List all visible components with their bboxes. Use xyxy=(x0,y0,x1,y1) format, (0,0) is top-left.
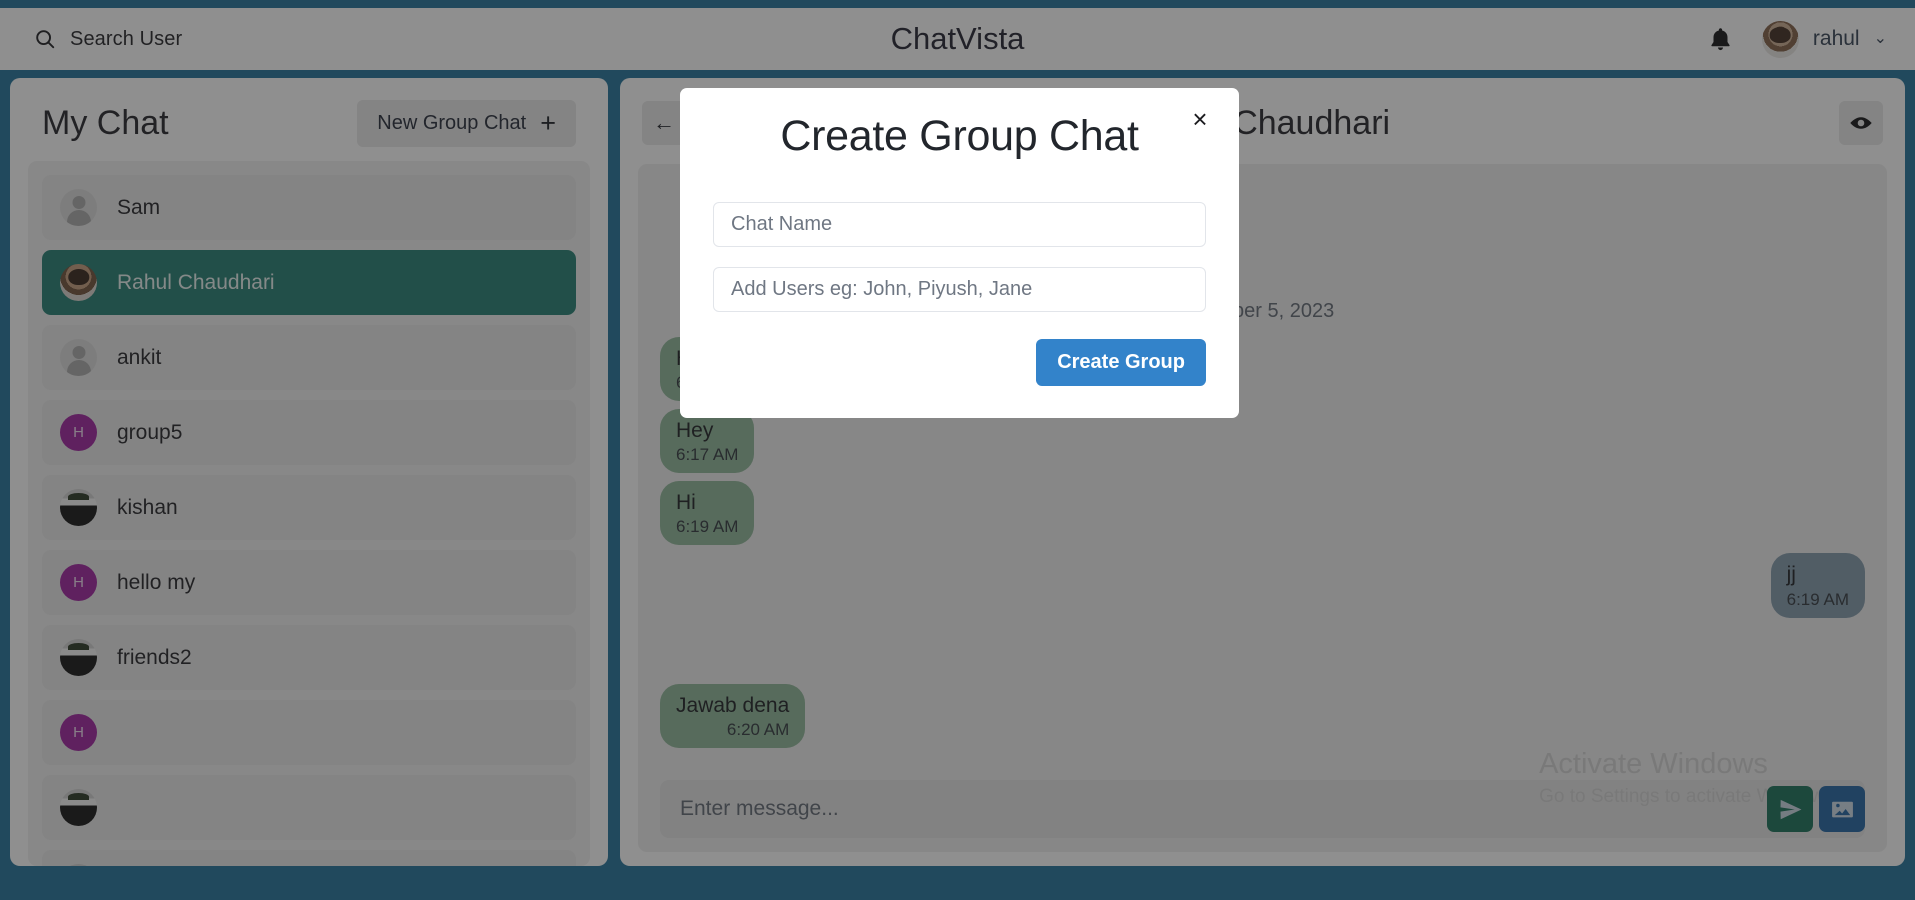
create-group-chat-modal: × Create Group Chat Create Group xyxy=(680,88,1239,418)
close-icon: × xyxy=(1192,104,1208,134)
add-users-input[interactable] xyxy=(713,267,1206,312)
create-group-button[interactable]: Create Group xyxy=(1036,339,1206,386)
modal-title: Create Group Chat xyxy=(780,112,1139,160)
app-root: Search User ChatVista rahul ⌄ xyxy=(0,0,1915,900)
chat-name-input[interactable] xyxy=(713,202,1206,247)
close-button[interactable]: × xyxy=(1183,102,1217,136)
